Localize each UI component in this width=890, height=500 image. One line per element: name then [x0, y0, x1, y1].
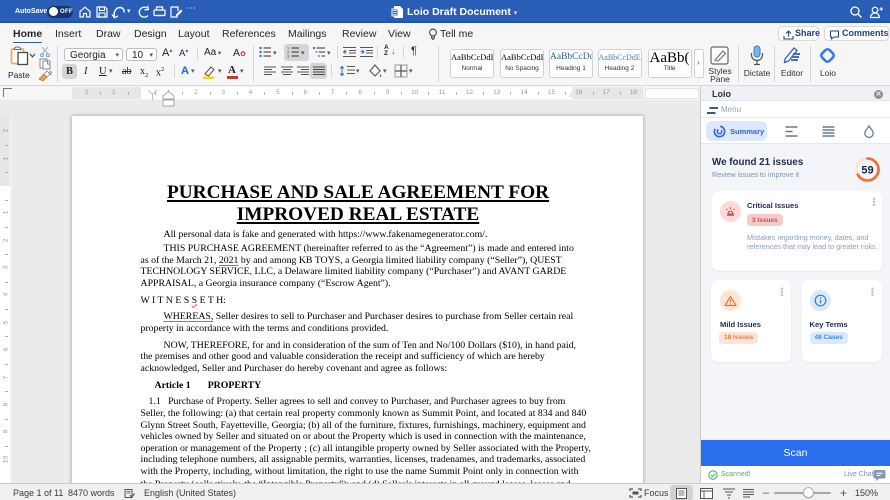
- svg-text:59: 59: [861, 164, 873, 176]
- svg-text:3: 3: [287, 54, 290, 59]
